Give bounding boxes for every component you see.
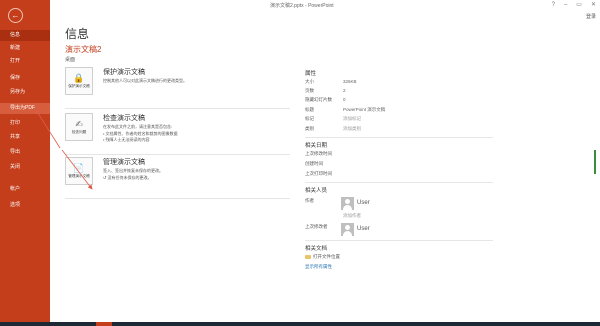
page-title: 信息 — [65, 27, 90, 41]
manage-presentation-button[interactable]: 📄 管理演示文稿 — [65, 157, 93, 185]
manage-description: 签入、签出并恢复未保存的更改。 — [103, 168, 163, 173]
show-all-properties-link[interactable]: 显示所有属性 — [305, 264, 332, 270]
info-pane: 信息 演示文稿2 桌面 🔒 保护演示文稿 保护演示文稿 控制其他人可以对此演示文… — [50, 13, 600, 322]
modified-by-avatar — [341, 223, 354, 236]
check-issues-button-label: 检查问题 — [71, 130, 87, 135]
inspect-section: ✍ 检查问题 检查演示文稿 在发布此文件之前，请注意其是否包含: • 文档属性、… — [65, 113, 290, 155]
inspect-description: 在发布此文件之前，请注意其是否包含: — [103, 124, 173, 129]
document-location[interactable]: 桌面 — [65, 56, 75, 63]
sidebar-item-new[interactable]: 新建 — [0, 43, 50, 54]
inspect-heading: 检查演示文稿 — [103, 115, 145, 122]
manage-heading: 管理演示文稿 — [103, 159, 145, 166]
manage-button-label: 管理演示文稿 — [68, 174, 90, 179]
window-controls: ? – ▭ ✕ — [552, 1, 596, 9]
prop-pages-value: 2 — [343, 88, 346, 93]
inspect-icon: ✍ — [75, 119, 83, 130]
manage-icon: 📄 — [73, 163, 85, 174]
no-unsaved-changes: ↺ 没有任何未保存的更改。 — [103, 175, 152, 180]
related-people-header: 相关人员 — [305, 188, 328, 194]
open-file-location-link[interactable]: 打开文件位置 — [305, 254, 340, 260]
last-printed-label: 上次打印时间 — [305, 171, 332, 176]
back-arrow-icon[interactable]: ← — [8, 8, 23, 23]
check-issues-button[interactable]: ✍ 检查问题 — [65, 113, 93, 141]
divider — [305, 182, 493, 183]
properties-header[interactable]: 属性 — [305, 69, 316, 77]
prop-title-value[interactable]: PowerPoint 演示文稿 — [343, 107, 385, 113]
prop-tags-value[interactable]: 添加标记 — [343, 116, 361, 122]
scrollbar[interactable] — [594, 150, 596, 174]
close-icon[interactable]: ✕ — [591, 1, 596, 9]
prop-size-label: 大小 — [305, 79, 314, 84]
author-name[interactable]: User — [357, 200, 370, 206]
divider — [305, 137, 493, 138]
prop-title-label: 标题 — [305, 107, 314, 112]
related-docs-header: 相关文档 — [305, 246, 328, 252]
related-dates-header: 相关日期 — [305, 143, 328, 149]
taskbar-powerpoint-icon[interactable] — [96, 322, 112, 326]
prop-hidden-value: 0 — [343, 97, 346, 102]
title-bar: 演示文稿2.pptx - PowerPoint ? – ▭ ✕ — [50, 0, 600, 13]
protect-description: 控制其他人可以对此演示文稿进行的更改类型。 — [103, 78, 187, 83]
author-avatar — [341, 197, 354, 210]
prop-size-value: 326KB — [343, 79, 357, 84]
lock-icon: 🔒 — [73, 73, 85, 84]
modified-by-name[interactable]: User — [357, 226, 370, 232]
divider — [305, 240, 493, 241]
sidebar-item-save[interactable]: 保存 — [0, 73, 50, 84]
sidebar-item-print[interactable]: 打印 — [0, 118, 50, 129]
sidebar-item-export[interactable]: 导出 — [0, 147, 50, 158]
created-label: 创建时间 — [305, 161, 323, 166]
sidebar-item-export-pdf[interactable]: 导出为PDF — [0, 103, 50, 114]
help-icon[interactable]: ? — [552, 1, 555, 9]
sidebar-item-save-as[interactable]: 另存为 — [0, 87, 50, 98]
document-title: 演示文稿2 — [65, 45, 102, 54]
prop-hidden-label: 隐藏幻灯片数 — [305, 97, 332, 102]
sidebar-item-options[interactable]: 选项 — [0, 200, 50, 211]
restore-icon[interactable]: ▭ — [576, 1, 582, 9]
protect-section: 🔒 保护演示文稿 保护演示文稿 控制其他人可以对此演示文稿进行的更改类型。 — [65, 67, 290, 109]
refresh-icon: ↺ — [103, 175, 107, 180]
sidebar-item-info[interactable]: 信息 — [0, 30, 50, 41]
prop-tags-label: 标记 — [305, 116, 314, 121]
window-title: 演示文稿2.pptx - PowerPoint — [270, 3, 334, 9]
folder-icon — [305, 254, 311, 259]
last-modified-label: 上次修改时间 — [305, 151, 332, 156]
prop-pages-label: 页数 — [305, 88, 314, 93]
protect-button-label: 保护演示文稿 — [68, 84, 90, 89]
sidebar-item-open[interactable]: 打开 — [0, 56, 50, 67]
backstage-sidebar: ← 信息 新建 打开 保存 另存为 导出为PDF 打印 共享 导出 关闭 帐户 … — [0, 0, 50, 322]
last-modified-by-label: 上次修改者 — [305, 224, 328, 229]
manage-section: 📄 管理演示文稿 管理演示文稿 签入、签出并恢复未保存的更改。 ↺ 没有任何未保… — [65, 157, 290, 199]
minimize-icon[interactable]: – — [564, 1, 567, 9]
prop-category-value[interactable]: 添加类别 — [343, 126, 361, 132]
inspect-bullet-2: • 残障人士无法阅读的内容 — [103, 137, 150, 142]
sidebar-item-close[interactable]: 关闭 — [0, 162, 50, 173]
sidebar-item-share[interactable]: 共享 — [0, 132, 50, 143]
protect-presentation-button[interactable]: 🔒 保护演示文稿 — [65, 67, 93, 95]
prop-category-label: 类别 — [305, 126, 314, 131]
add-author-link[interactable]: 添加作者 — [343, 213, 361, 219]
author-label: 作者 — [305, 198, 314, 203]
taskbar — [0, 322, 600, 326]
protect-heading: 保护演示文稿 — [103, 69, 145, 76]
sidebar-item-account[interactable]: 帐户 — [0, 184, 50, 195]
